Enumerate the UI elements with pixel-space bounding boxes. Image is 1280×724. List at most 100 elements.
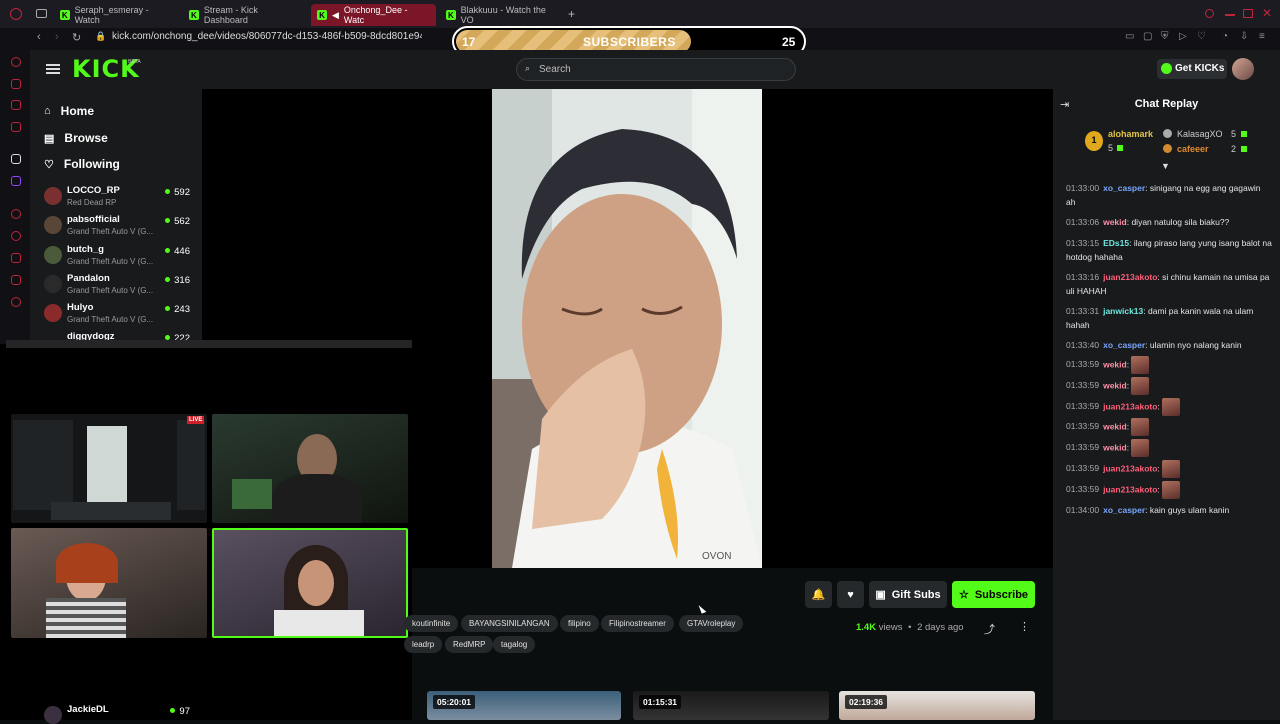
notification-bell-button[interactable]: 🔔	[805, 581, 832, 608]
chat-message: 01:33:59 wekid:	[1066, 439, 1272, 457]
sidepanel-clock-icon[interactable]	[11, 231, 21, 241]
follow-heart-button[interactable]: ♥	[837, 581, 864, 608]
tag-chip[interactable]: filipino	[560, 615, 599, 632]
minimize-icon[interactable]	[1225, 14, 1235, 16]
reload-icon[interactable]: ↻	[72, 31, 81, 44]
close-icon[interactable]: ✕	[1262, 6, 1272, 20]
sidepanel-downloads-icon[interactable]	[11, 253, 21, 263]
video-stats: 1.4K views • 2 days ago	[856, 622, 964, 633]
profile-icon[interactable]: ◔	[1222, 31, 1228, 42]
search-icon: ⌕	[525, 63, 531, 73]
tag-chip[interactable]: BAYANGSINILANGAN	[461, 615, 558, 632]
menu-icon[interactable]: ≡	[1259, 31, 1265, 42]
tab-switch-icon[interactable]	[36, 9, 47, 18]
view-count: 1.4K	[856, 622, 877, 633]
subscribe-button[interactable]: ☆ Subscribe	[952, 581, 1035, 608]
tag-chip[interactable]: GTAVroleplay	[679, 615, 744, 632]
heart-icon[interactable]: ♡	[1197, 31, 1206, 42]
followed-channel[interactable]: LOCCO_RP Red Dead RP 592	[44, 185, 200, 213]
sidepanel-extensions-icon[interactable]	[11, 275, 21, 285]
nav-home[interactable]: ⌂ Home	[44, 104, 94, 118]
tag-chip[interactable]: Filipinostreamer	[601, 615, 674, 632]
search-input[interactable]: Search	[516, 58, 796, 81]
kicks-coin-icon	[1161, 63, 1172, 74]
video-duration: 05:20:01	[433, 695, 476, 709]
overlay-titlebar	[6, 340, 412, 348]
download-icon[interactable]: ⇩	[1240, 31, 1248, 42]
gift-leaderboard: 1 alohamark 5 KalasagXO 5 cafeeer 2	[1085, 127, 1255, 159]
bookmark-icon[interactable]: ▭	[1125, 31, 1134, 42]
tag-chip[interactable]: tagalog	[493, 636, 536, 653]
home-icon: ⌂	[44, 105, 51, 117]
browser-logo-icon[interactable]	[10, 8, 22, 20]
tab-seraph[interactable]: K Seraph_esmeray - Watch	[54, 4, 178, 26]
tab-blakkuuu[interactable]: K Blakkuuu - Watch the VO	[440, 4, 564, 26]
followed-channel[interactable]: butch_g Grand Theft Auto V (G... 446	[44, 244, 200, 272]
browse-icon: ▤	[44, 132, 55, 145]
channel-avatar	[44, 304, 62, 322]
chat-message: 01:33:59 juan213akoto:	[1066, 460, 1272, 478]
kick-favicon-icon: K	[446, 10, 456, 20]
expand-leaderboard-icon[interactable]: ▼	[1161, 161, 1170, 171]
screen-capture-thumbnail: LIVE	[11, 414, 207, 523]
sidepanel-history-icon[interactable]	[11, 209, 21, 219]
restore-icon[interactable]	[1243, 9, 1253, 18]
webcam-feed	[212, 414, 408, 523]
goal-target-count: 25	[782, 35, 796, 49]
tab-kick-dashboard[interactable]: K Stream - Kick Dashboard	[183, 4, 309, 26]
webcam-feed	[212, 528, 408, 638]
chat-message: 01:34:00 xo_casper: kain guys ulam kanin	[1066, 505, 1230, 515]
nav-following[interactable]: ♡ Following	[44, 157, 120, 171]
sidepanel-speed-dial-icon[interactable]	[11, 57, 21, 67]
gift-icon	[1163, 129, 1172, 138]
chat-message: 01:33:40 xo_casper: ulamin nyo nalang kan…	[1066, 340, 1242, 350]
sidepanel-settings-icon[interactable]	[11, 297, 21, 307]
player-icon[interactable]: ▷	[1179, 31, 1187, 42]
emote-image	[1162, 398, 1181, 416]
chat-message: 01:33:16 juan213akoto: si chinu kamain na…	[1066, 272, 1270, 296]
tag-chip[interactable]: leadrp	[404, 636, 443, 653]
new-tab-button[interactable]: +	[568, 7, 575, 21]
url-input[interactable]: kick.com/onchong_dee/videos/806077dc-d15…	[112, 31, 422, 42]
channel-avatar	[44, 216, 62, 234]
channel-avatar	[44, 275, 62, 293]
sidepanel-bookmarks-icon[interactable]	[11, 79, 21, 89]
bell-icon: 🔔	[811, 589, 826, 601]
video-thumbnail[interactable]: 01:15:31	[633, 691, 829, 720]
shield-icon[interactable]: ⛨	[1161, 31, 1169, 42]
share-icon[interactable]: ⤴	[984, 621, 995, 637]
kick-favicon-icon: K	[60, 10, 70, 20]
followed-channel[interactable]: Hulyo Grand Theft Auto V (G... 243	[44, 302, 200, 330]
tag-chip[interactable]: koutinfinite	[404, 615, 459, 632]
sidepanel-kick-icon[interactable]	[11, 154, 21, 164]
video-frame[interactable]: OVON	[492, 89, 762, 568]
kick-favicon-icon: K	[189, 10, 199, 20]
nav-browse[interactable]: ▤ Browse	[44, 131, 108, 145]
more-options-icon[interactable]: ⋮	[1019, 620, 1030, 633]
speaker-icon[interactable]: ◀	[332, 10, 339, 21]
tag-chip[interactable]: RedMRP	[445, 636, 494, 653]
meta-separator: •	[908, 622, 912, 633]
hamburger-menu-icon[interactable]	[46, 64, 60, 74]
sidepanel-mail-icon[interactable]	[11, 100, 21, 110]
kick-favicon-icon: K	[317, 10, 327, 20]
emote-image	[1162, 460, 1181, 478]
sidepanel-twitch-icon[interactable]	[11, 176, 21, 186]
user-avatar[interactable]	[1232, 58, 1254, 80]
snapshot-icon[interactable]: ▢	[1143, 31, 1152, 42]
video-thumbnail[interactable]: 02:19:36	[839, 691, 1035, 720]
sidepanel-notes-icon[interactable]	[11, 122, 21, 132]
star-icon: ☆	[958, 589, 969, 601]
gift-icon	[1163, 144, 1172, 153]
followed-channel[interactable]: Pandalon Grand Theft Auto V (G... 316	[44, 273, 200, 301]
search-tabs-icon[interactable]	[1205, 9, 1214, 18]
followed-channel[interactable]: JackieDL 97	[44, 704, 200, 724]
gift-subs-button[interactable]: ▣ Gift Subs	[869, 581, 947, 608]
video-thumbnail[interactable]: 05:20:01	[427, 691, 621, 720]
subscriber-badge-icon	[1117, 145, 1123, 151]
followed-channel[interactable]: pabsofficial Grand Theft Auto V (G... 562	[44, 214, 200, 242]
forward-icon[interactable]: ›	[55, 31, 59, 43]
tab-onchong-dee[interactable]: K ◀ Onchong_Dee - Watc	[311, 4, 436, 26]
back-icon[interactable]: ‹	[37, 31, 41, 43]
rank-badge: 1	[1085, 131, 1103, 151]
